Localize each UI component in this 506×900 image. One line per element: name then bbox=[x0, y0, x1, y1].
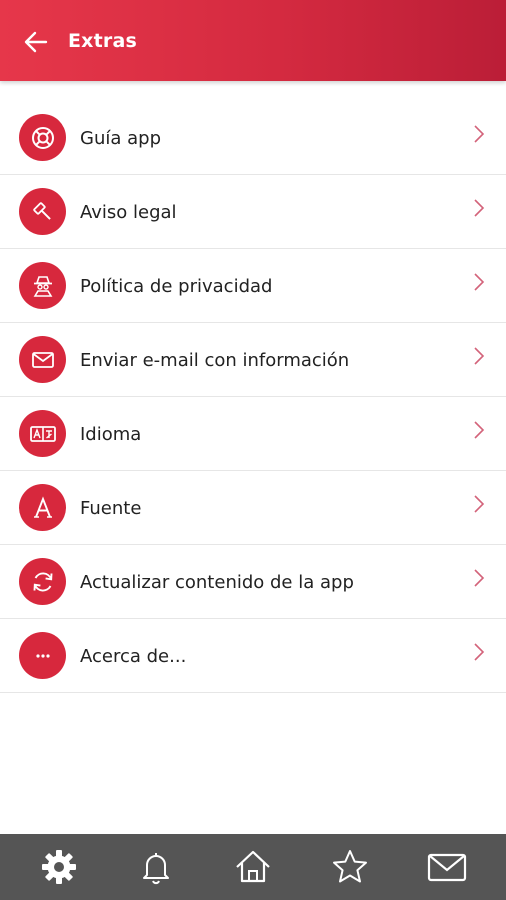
chevron-right-icon bbox=[474, 347, 485, 365]
home-icon bbox=[236, 850, 270, 883]
gear-icon bbox=[41, 850, 76, 884]
chevron-right-icon bbox=[474, 421, 485, 439]
menu-item-fuente[interactable]: Fuente bbox=[0, 471, 506, 545]
top-app-bar: Extras bbox=[0, 0, 506, 81]
chevron-right-icon bbox=[474, 643, 485, 661]
more-icon bbox=[19, 632, 66, 679]
menu-item-actualizar-contenido[interactable]: Actualizar contenido de la app bbox=[0, 545, 506, 619]
mail-icon bbox=[428, 853, 467, 882]
nav-favorites-button[interactable] bbox=[322, 839, 378, 895]
menu-item-label: Aviso legal bbox=[80, 202, 177, 223]
chevron-right-icon bbox=[474, 199, 485, 217]
spy-icon bbox=[19, 262, 66, 309]
nav-notifications-button[interactable] bbox=[128, 839, 184, 895]
refresh-icon bbox=[19, 558, 66, 605]
menu-item-enviar-email[interactable]: Enviar e-mail con información bbox=[0, 323, 506, 397]
menu-item-acerca-de[interactable]: Acerca de... bbox=[0, 619, 506, 693]
font-icon bbox=[19, 484, 66, 531]
chevron-right-icon bbox=[474, 273, 485, 291]
back-button[interactable] bbox=[16, 22, 56, 62]
lifebuoy-icon bbox=[19, 114, 66, 161]
gavel-icon bbox=[19, 188, 66, 235]
menu-item-label: Guía app bbox=[80, 128, 161, 149]
menu-item-aviso-legal[interactable]: Aviso legal bbox=[0, 175, 506, 249]
bottom-navigation bbox=[0, 834, 506, 900]
chevron-right-icon bbox=[474, 495, 485, 513]
nav-settings-button[interactable] bbox=[31, 839, 87, 895]
star-icon bbox=[333, 850, 368, 883]
arrow-left-icon bbox=[24, 31, 48, 53]
menu-item-label: Idioma bbox=[80, 424, 142, 445]
menu-item-label: Fuente bbox=[80, 498, 142, 519]
page-title: Extras bbox=[68, 30, 138, 52]
bell-icon bbox=[142, 853, 169, 885]
menu-item-label: Política de privacidad bbox=[80, 276, 273, 297]
chevron-right-icon bbox=[474, 125, 485, 143]
menu-item-label: Actualizar contenido de la app bbox=[80, 572, 354, 593]
menu-item-politica-privacidad[interactable]: Política de privacidad bbox=[0, 249, 506, 323]
menu-item-idioma[interactable]: Idioma bbox=[0, 397, 506, 471]
menu-item-guia-app[interactable]: Guía app bbox=[0, 101, 506, 175]
extras-menu-list: Guía app Aviso legal Política de privaci… bbox=[0, 101, 506, 693]
nav-home-button[interactable] bbox=[225, 839, 281, 895]
chevron-right-icon bbox=[474, 569, 485, 587]
language-icon bbox=[19, 410, 66, 457]
menu-item-label: Enviar e-mail con información bbox=[80, 350, 350, 371]
nav-mail-button[interactable] bbox=[419, 839, 475, 895]
envelope-icon bbox=[19, 336, 66, 383]
menu-item-label: Acerca de... bbox=[80, 646, 187, 667]
